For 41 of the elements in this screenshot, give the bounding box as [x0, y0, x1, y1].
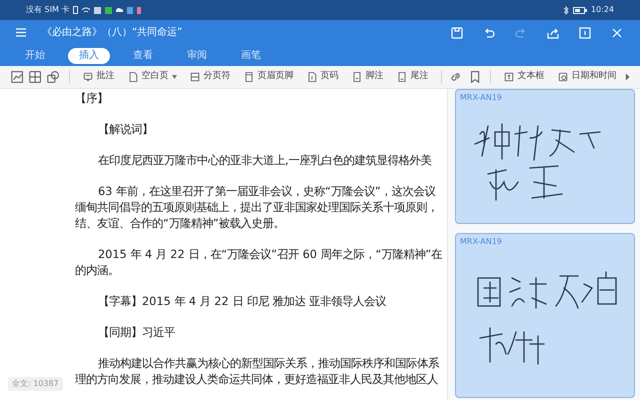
document-text: 结、友谊、合作的“万隆精神”被载入史册。: [75, 216, 285, 232]
toolbar-button[interactable]: 分页符: [184, 70, 234, 84]
word-count: 全文: 10387: [8, 377, 63, 391]
toolbar-button[interactable]: 空白页: [122, 70, 180, 84]
document-text: 【字幕】2015 年 4 月 22 日 印尼 雅加达 亚非领导人会议: [98, 294, 386, 310]
carrier-text: 没有 SIM 卡: [26, 4, 70, 16]
document-text: 2015 年 4 月 22 日，在“万隆会议”召开 60 周年之际，“万隆精神”在: [98, 247, 442, 263]
toolbar-button[interactable]: 日期和时间: [552, 70, 621, 84]
document-text: 理的方向发展，推动建设人类命运共同体，更好造福亚非人民及其他地区人: [75, 372, 438, 388]
menu-icon[interactable]: [16, 28, 26, 37]
document-text: 【序】: [75, 91, 108, 107]
toolbar-button[interactable]: 页码: [302, 70, 342, 84]
ribbon-tab[interactable]: 插入: [68, 48, 110, 64]
toolbar-button[interactable]: 批注: [78, 70, 118, 84]
clock-text: 10:24: [590, 4, 614, 16]
document-title: 《必由之路》（八）“共同命运”: [42, 26, 182, 40]
document-text: 【解说词】: [98, 122, 153, 138]
document-text: 在印度尼西亚万隆市中心的亚非大道上,一座乳白色的建筑显得格外美: [98, 153, 432, 169]
document-text: 推动构建以合作共赢为核心的新型国际关系，推动国际秩序和国际体系: [98, 356, 439, 372]
share-icon[interactable]: [546, 26, 560, 40]
sim-icon: [73, 6, 78, 14]
chart-icon[interactable]: [10, 69, 24, 85]
document-text: 【同期】习近平: [98, 325, 175, 341]
toolbar-button[interactable]: 文本框: [498, 70, 549, 84]
bluetooth-icon: [564, 6, 569, 14]
shapes-icon[interactable]: [46, 69, 61, 85]
close-icon[interactable]: [610, 26, 624, 40]
comment-author: MRX-AN19: [460, 236, 503, 248]
toolbar-button[interactable]: 脚注: [346, 70, 388, 84]
toolbar-button[interactable]: 页眉页脚: [238, 70, 298, 84]
cloud-icon: [116, 8, 124, 12]
table-icon[interactable]: [28, 69, 42, 85]
battery-icon: [572, 6, 587, 14]
more-arrow-icon[interactable]: [624, 73, 630, 81]
document-text: 缅甸共同倡导的五项原则基础上，提出了亚非国家处理国际关系十项原则，: [75, 200, 438, 216]
toolbar-button[interactable]: 尾注: [392, 70, 432, 84]
comment-author: MRX-AN19: [460, 92, 503, 104]
document-text: 63 年前，在这里召开了第一届亚非会议，史称“万隆会议”，这次会议: [98, 184, 436, 200]
save-icon[interactable]: [450, 26, 464, 40]
wifi-icon: [82, 7, 90, 13]
document-text: 的内涵。: [75, 263, 119, 279]
